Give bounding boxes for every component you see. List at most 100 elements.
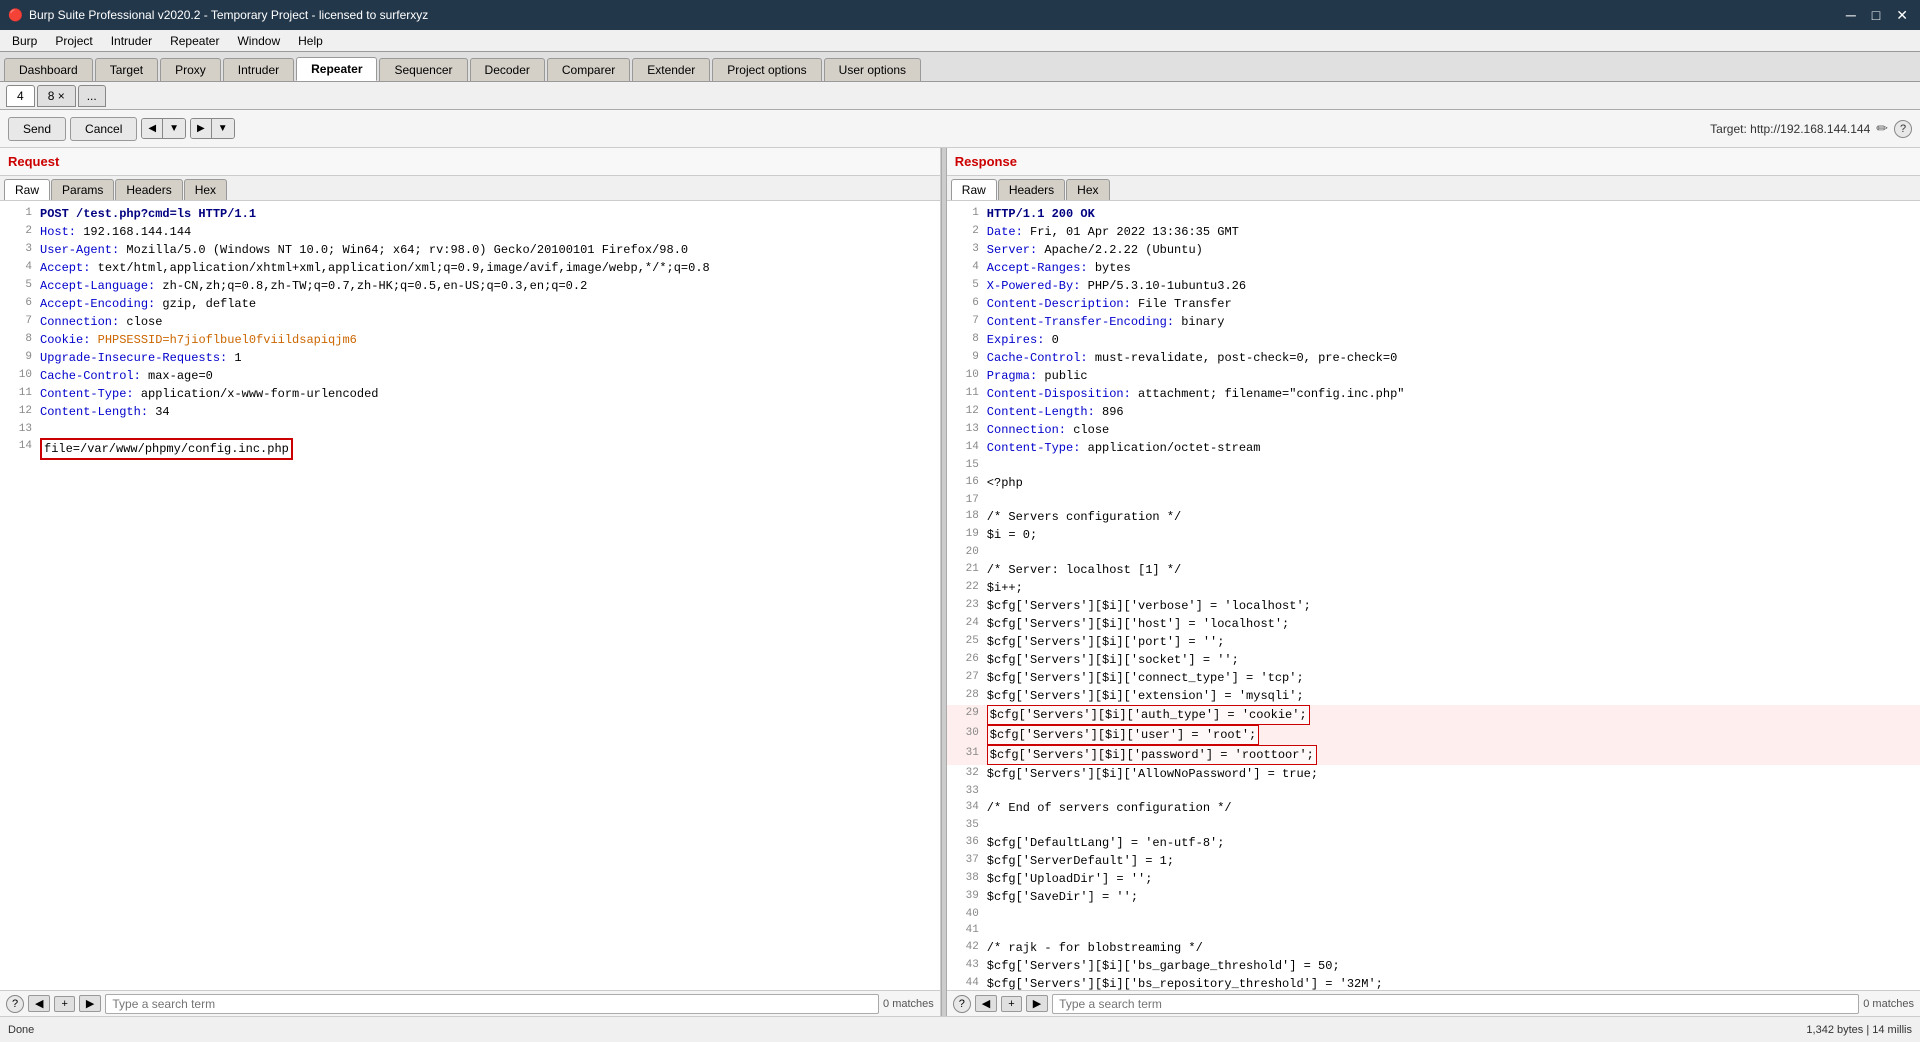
tab-target[interactable]: Target (95, 58, 158, 81)
table-row: 28$cfg['Servers'][$i]['extension'] = 'my… (947, 687, 1920, 705)
title-bar-left: 🔴 Burp Suite Professional v2020.2 - Temp… (8, 8, 428, 22)
table-row: 13 (0, 421, 940, 438)
tab-project-options[interactable]: Project options (712, 58, 821, 81)
response-title: Response (947, 148, 1920, 176)
tab-extender[interactable]: Extender (632, 58, 710, 81)
table-row: 36$cfg['DefaultLang'] = 'en-utf-8'; (947, 834, 1920, 852)
table-row: 2Date: Fri, 01 Apr 2022 13:36:35 GMT (947, 223, 1920, 241)
cancel-button[interactable]: Cancel (70, 117, 137, 141)
table-row: 1POST /test.php?cmd=ls HTTP/1.1 (0, 205, 940, 223)
table-row: 24$cfg['Servers'][$i]['host'] = 'localho… (947, 615, 1920, 633)
help-button[interactable]: ? (1894, 120, 1912, 138)
sub-tab-8[interactable]: 8 × (37, 85, 76, 107)
response-nav-add[interactable]: + (1001, 996, 1021, 1012)
table-row: 31$cfg['Servers'][$i]['password'] = 'roo… (947, 745, 1920, 765)
window-title: Burp Suite Professional v2020.2 - Tempor… (29, 8, 428, 22)
tab-user-options[interactable]: User options (824, 58, 921, 81)
menu-intruder[interactable]: Intruder (103, 32, 160, 50)
menu-burp[interactable]: Burp (4, 32, 45, 50)
request-pane: Request Raw Params Headers Hex 1POST /te… (0, 148, 941, 1016)
maximize-button[interactable]: □ (1868, 7, 1884, 24)
target-label: Target: http://192.168.144.144 (1710, 122, 1870, 136)
table-row: 16<?php (947, 474, 1920, 492)
table-row: 1HTTP/1.1 200 OK (947, 205, 1920, 223)
table-row: 10Pragma: public (947, 367, 1920, 385)
table-row: 37$cfg['ServerDefault'] = 1; (947, 852, 1920, 870)
tab-sequencer[interactable]: Sequencer (379, 58, 467, 81)
title-bar-controls: ─ □ ✕ (1842, 7, 1912, 24)
menu-help[interactable]: Help (290, 32, 331, 50)
response-content[interactable]: 1HTTP/1.1 200 OK2Date: Fri, 01 Apr 2022 … (947, 201, 1920, 990)
table-row: 23$cfg['Servers'][$i]['verbose'] = 'loca… (947, 597, 1920, 615)
table-row: 7Content-Transfer-Encoding: binary (947, 313, 1920, 331)
table-row: 26$cfg['Servers'][$i]['socket'] = ''; (947, 651, 1920, 669)
send-button[interactable]: Send (8, 117, 66, 141)
table-row: 43$cfg['Servers'][$i]['bs_garbage_thresh… (947, 957, 1920, 975)
menu-project[interactable]: Project (47, 32, 100, 50)
menu-repeater[interactable]: Repeater (162, 32, 227, 50)
table-row: 6Accept-Encoding: gzip, deflate (0, 295, 940, 313)
table-row: 42/* rajk - for blobstreaming */ (947, 939, 1920, 957)
table-row: 29$cfg['Servers'][$i]['auth_type'] = 'co… (947, 705, 1920, 725)
request-nav-next[interactable]: ▶ (79, 995, 101, 1012)
table-row: 14Content-Type: application/octet-stream (947, 439, 1920, 457)
menu-bar: Burp Project Intruder Repeater Window He… (0, 30, 1920, 52)
table-row: 39$cfg['SaveDir'] = ''; (947, 888, 1920, 906)
request-tab-raw[interactable]: Raw (4, 179, 50, 200)
table-row: 15 (947, 457, 1920, 474)
table-row: 2Host: 192.168.144.144 (0, 223, 940, 241)
request-nav-prev[interactable]: ◀ (28, 995, 50, 1012)
table-row: 10Cache-Control: max-age=0 (0, 367, 940, 385)
request-tab-headers[interactable]: Headers (115, 179, 182, 200)
table-row: 30$cfg['Servers'][$i]['user'] = 'root'; (947, 725, 1920, 745)
request-nav-add[interactable]: + (54, 996, 74, 1012)
minimize-button[interactable]: ─ (1842, 7, 1860, 24)
nav-prev-button[interactable]: ◀ (142, 119, 162, 138)
sub-tab-4[interactable]: 4 (6, 85, 35, 107)
response-tabs: Raw Headers Hex (947, 176, 1920, 201)
table-row: 3User-Agent: Mozilla/5.0 (Windows NT 10.… (0, 241, 940, 259)
response-nav-prev[interactable]: ◀ (975, 995, 997, 1012)
target-info: Target: http://192.168.144.144 ✏ ? (1710, 120, 1912, 138)
request-title: Request (0, 148, 940, 176)
tab-proxy[interactable]: Proxy (160, 58, 221, 81)
table-row: 21/* Server: localhost [1] */ (947, 561, 1920, 579)
request-tab-hex[interactable]: Hex (184, 179, 227, 200)
table-row: 8Cookie: PHPSESSID=h7jioflbuel0fviildsap… (0, 331, 940, 349)
table-row: 34/* End of servers configuration */ (947, 799, 1920, 817)
response-tab-raw[interactable]: Raw (951, 179, 997, 200)
response-tab-headers[interactable]: Headers (998, 179, 1065, 200)
request-content[interactable]: 1POST /test.php?cmd=ls HTTP/1.12Host: 19… (0, 201, 940, 990)
request-tab-params[interactable]: Params (51, 179, 114, 200)
sub-tab-bar: 4 8 × ... (0, 82, 1920, 110)
tab-comparer[interactable]: Comparer (547, 58, 630, 81)
tab-decoder[interactable]: Decoder (470, 58, 545, 81)
nav-next-group: ▶ ▼ (190, 118, 235, 139)
nav-next-button[interactable]: ▶ (191, 119, 211, 138)
response-search-input[interactable] (1052, 994, 1859, 1014)
table-row: 25$cfg['Servers'][$i]['port'] = ''; (947, 633, 1920, 651)
nav-next-dropdown[interactable]: ▼ (211, 119, 234, 138)
response-nav-next[interactable]: ▶ (1026, 995, 1048, 1012)
request-help-button[interactable]: ? (6, 995, 24, 1013)
table-row: 22$i++; (947, 579, 1920, 597)
response-help-button[interactable]: ? (953, 995, 971, 1013)
table-row: 27$cfg['Servers'][$i]['connect_type'] = … (947, 669, 1920, 687)
table-row: 11Content-Disposition: attachment; filen… (947, 385, 1920, 403)
tab-intruder[interactable]: Intruder (223, 58, 294, 81)
table-row: 4Accept-Ranges: bytes (947, 259, 1920, 277)
request-search-input[interactable] (105, 994, 879, 1014)
table-row: 41 (947, 922, 1920, 939)
close-button[interactable]: ✕ (1892, 7, 1912, 24)
edit-target-button[interactable]: ✏ (1876, 120, 1888, 137)
table-row: 33 (947, 783, 1920, 800)
menu-window[interactable]: Window (229, 32, 288, 50)
tab-repeater[interactable]: Repeater (296, 57, 377, 81)
response-tab-hex[interactable]: Hex (1066, 179, 1109, 200)
nav-prev-group: ◀ ▼ (141, 118, 186, 139)
tab-dashboard[interactable]: Dashboard (4, 58, 93, 81)
response-match-count: 0 matches (1863, 998, 1914, 1010)
sub-tab-more[interactable]: ... (78, 85, 106, 107)
response-footer: ? ◀ + ▶ 0 matches (947, 990, 1920, 1016)
nav-prev-dropdown[interactable]: ▼ (162, 119, 185, 138)
